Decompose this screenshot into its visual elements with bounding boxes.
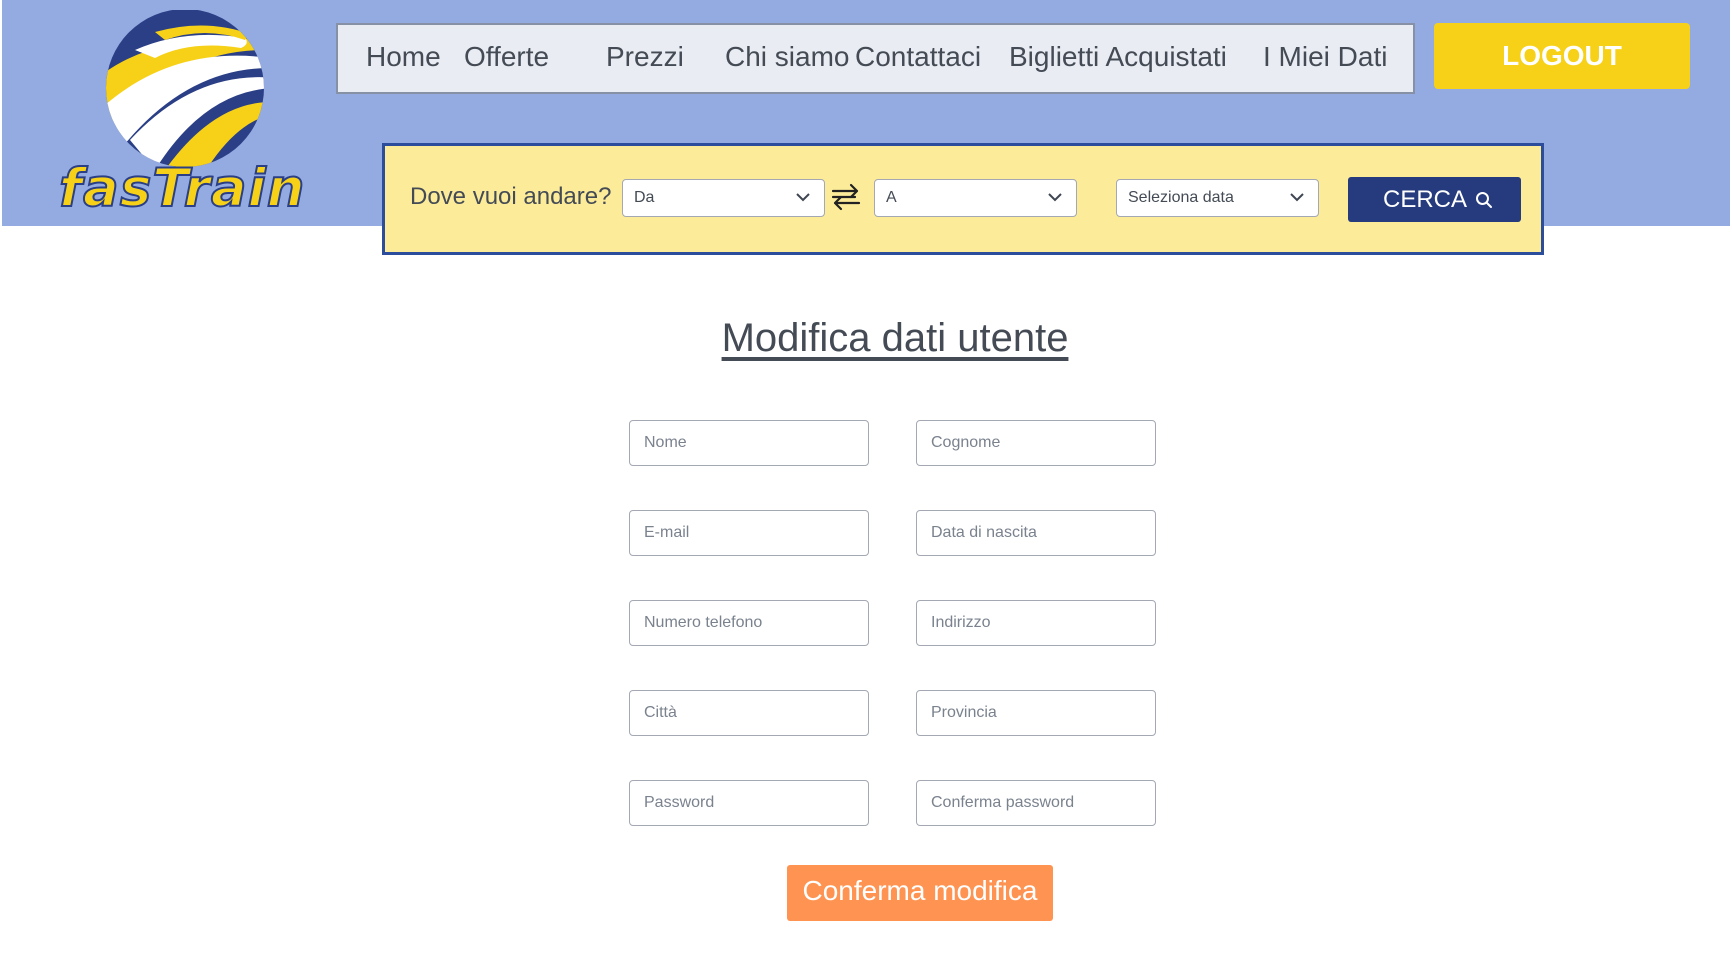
confirm-password-field[interactable] [916,780,1156,826]
city-field[interactable] [629,690,869,736]
from-select-value: Da [634,189,655,206]
cerca-button-label: CERCA [1383,186,1468,213]
email-field[interactable] [629,510,869,556]
to-select-value: A [886,189,897,206]
chevron-down-icon [1048,193,1062,202]
birthdate-field[interactable] [916,510,1156,556]
nav-item-chi-siamo[interactable]: Chi siamo [725,41,849,73]
confirm-edit-button[interactable]: Conferma modifica [787,865,1053,921]
address-field[interactable] [916,600,1156,646]
phone-field[interactable] [629,600,869,646]
nav-item-biglietti-acquistati[interactable]: Biglietti Acquistati [1009,41,1227,73]
province-field[interactable] [916,690,1156,736]
cognome-field[interactable] [916,420,1156,466]
logout-button[interactable]: LOGOUT [1434,23,1690,89]
nav-item-offerte[interactable]: Offerte [464,41,549,73]
nome-field[interactable] [629,420,869,466]
train-logo-icon [106,10,264,167]
swap-arrows-icon[interactable] [829,180,863,214]
nav-item-contattaci[interactable]: Contattaci [855,41,981,73]
search-label: Dove vuoi andare? [410,183,612,210]
search-icon [1476,192,1492,208]
fastrain-logo[interactable]: fasTrain [55,10,306,220]
date-select[interactable]: Seleziona data [1116,179,1319,217]
to-select[interactable]: A [874,179,1077,217]
chevron-down-icon [796,193,810,202]
from-select[interactable]: Da [622,179,825,217]
cerca-button[interactable]: CERCA [1348,177,1521,222]
main-nav: Home Offerte Prezzi Chi siamo Contattaci… [336,23,1415,94]
nav-item-home[interactable]: Home [366,41,441,73]
nav-item-prezzi[interactable]: Prezzi [606,41,684,73]
page-title: Modifica dati utente [721,316,1069,360]
nav-item-miei-dati[interactable]: I Miei Dati [1263,41,1387,73]
password-field[interactable] [629,780,869,826]
date-select-value: Seleziona data [1128,189,1234,206]
chevron-down-icon [1290,193,1304,202]
brand-name: fasTrain [58,157,306,220]
search-bar: Dove vuoi andare? Da A Seleziona data CE… [382,143,1544,255]
